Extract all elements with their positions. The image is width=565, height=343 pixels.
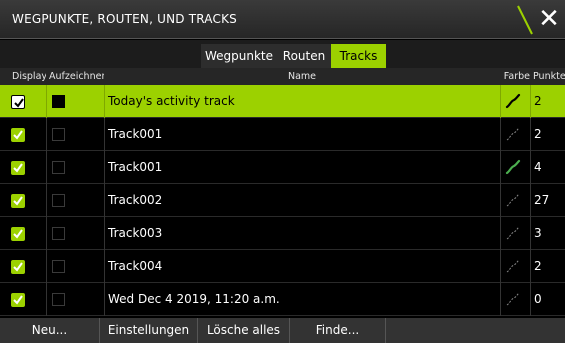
track-points: 4 [534, 160, 542, 174]
display-checkbox[interactable] [11, 260, 25, 274]
table-row[interactable]: Wed Dec 4 2019, 11:20 a.m. 0 [0, 283, 565, 316]
tab-wegpunkte[interactable]: Wegpunkte [201, 44, 277, 68]
column-divider [104, 184, 105, 217]
column-divider [104, 250, 105, 283]
table-row[interactable]: Track002 27 [0, 184, 565, 217]
column-divider [104, 283, 105, 316]
record-checkbox[interactable] [52, 128, 65, 141]
column-divider [530, 118, 531, 151]
track-name: Track002 [108, 193, 163, 207]
record-checkbox[interactable] [52, 161, 65, 174]
settings-button[interactable]: Einstellungen [100, 318, 198, 343]
track-name: Track004 [108, 259, 163, 273]
column-divider [500, 151, 501, 184]
column-divider [46, 85, 47, 118]
checkmark-icon [13, 163, 23, 173]
track-points: 3 [534, 226, 542, 240]
track-name: Track001 [108, 127, 163, 141]
column-header-color[interactable]: Farbe [500, 68, 530, 85]
column-header-name[interactable]: Name [104, 68, 500, 85]
track-color-icon-green[interactable] [505, 159, 521, 175]
column-divider [530, 151, 531, 184]
checkmark-icon [13, 196, 23, 206]
table-row[interactable]: Track001 2 [0, 118, 565, 151]
column-divider [104, 217, 105, 250]
title-bar: WEGPUNKTE, ROUTEN, UND TRACKS ✕ [0, 0, 565, 39]
close-icon[interactable]: ✕ [536, 6, 562, 32]
accent-slash-icon [517, 5, 533, 35]
column-divider [104, 118, 105, 151]
display-checkbox[interactable] [11, 95, 25, 109]
track-name: Wed Dec 4 2019, 11:20 a.m. [108, 292, 280, 306]
column-divider [46, 283, 47, 316]
column-divider [500, 217, 501, 250]
column-divider [46, 184, 47, 217]
track-color-icon-gray[interactable] [505, 258, 521, 274]
checkmark-icon [13, 130, 23, 140]
track-name: Today's activity track [108, 94, 235, 108]
column-divider [500, 118, 501, 151]
column-header-display[interactable]: Display [0, 68, 47, 85]
column-divider [46, 118, 47, 151]
tab-tracks[interactable]: Tracks [331, 44, 386, 68]
display-checkbox[interactable] [11, 194, 25, 208]
record-checkbox[interactable] [52, 95, 65, 108]
window-title: WEGPUNKTE, ROUTEN, UND TRACKS [12, 12, 237, 26]
track-name: Track003 [108, 226, 163, 240]
find-button[interactable]: Finde... [290, 318, 386, 343]
column-divider [46, 250, 47, 283]
column-divider [530, 184, 531, 217]
record-checkbox[interactable] [52, 293, 65, 306]
track-name: Track001 [108, 160, 163, 174]
record-checkbox[interactable] [52, 194, 65, 207]
column-header-record[interactable]: Aufzeichnen [46, 68, 107, 85]
table-row[interactable]: Track004 2 [0, 250, 565, 283]
track-color-icon-gray[interactable] [505, 291, 521, 307]
table-row[interactable]: Today's activity track 2 [0, 85, 565, 118]
new-button[interactable]: Neu... [0, 318, 100, 343]
display-checkbox[interactable] [11, 293, 25, 307]
track-points: 2 [534, 127, 542, 141]
track-color-icon-gray[interactable] [505, 225, 521, 241]
track-color-icon-black[interactable] [505, 93, 521, 109]
column-divider [104, 85, 105, 118]
display-checkbox[interactable] [11, 161, 25, 175]
record-checkbox[interactable] [52, 227, 65, 240]
track-points: 0 [534, 292, 542, 306]
checkmark-icon [13, 295, 23, 305]
record-checkbox[interactable] [52, 260, 65, 273]
track-color-icon-gray[interactable] [505, 126, 521, 142]
tab-routen[interactable]: Routen [277, 44, 331, 68]
column-divider [500, 85, 501, 118]
table-row[interactable]: Track001 4 [0, 151, 565, 184]
track-points: 2 [534, 259, 542, 273]
table-row[interactable]: Track003 3 [0, 217, 565, 250]
checkmark-icon [13, 262, 23, 272]
column-divider [46, 217, 47, 250]
display-checkbox[interactable] [11, 227, 25, 241]
checkmark-icon [14, 98, 24, 108]
track-points: 27 [534, 193, 550, 207]
column-divider [530, 283, 531, 316]
bottom-toolbar: Neu... Einstellungen Lösche alles Finde.… [0, 318, 565, 343]
column-divider [530, 217, 531, 250]
display-checkbox[interactable] [11, 128, 25, 142]
delete-all-button[interactable]: Lösche alles [198, 318, 290, 343]
tab-bar: Wegpunkte Routen Tracks [0, 40, 565, 68]
column-divider [500, 283, 501, 316]
column-divider [530, 250, 531, 283]
track-points: 2 [534, 94, 542, 108]
column-divider [104, 151, 105, 184]
checkmark-icon [13, 229, 23, 239]
column-divider [500, 250, 501, 283]
column-divider [530, 85, 531, 118]
column-divider [46, 151, 47, 184]
track-color-icon-gray[interactable] [505, 192, 521, 208]
column-divider [500, 184, 501, 217]
column-header-points[interactable]: Punkte [530, 68, 565, 85]
